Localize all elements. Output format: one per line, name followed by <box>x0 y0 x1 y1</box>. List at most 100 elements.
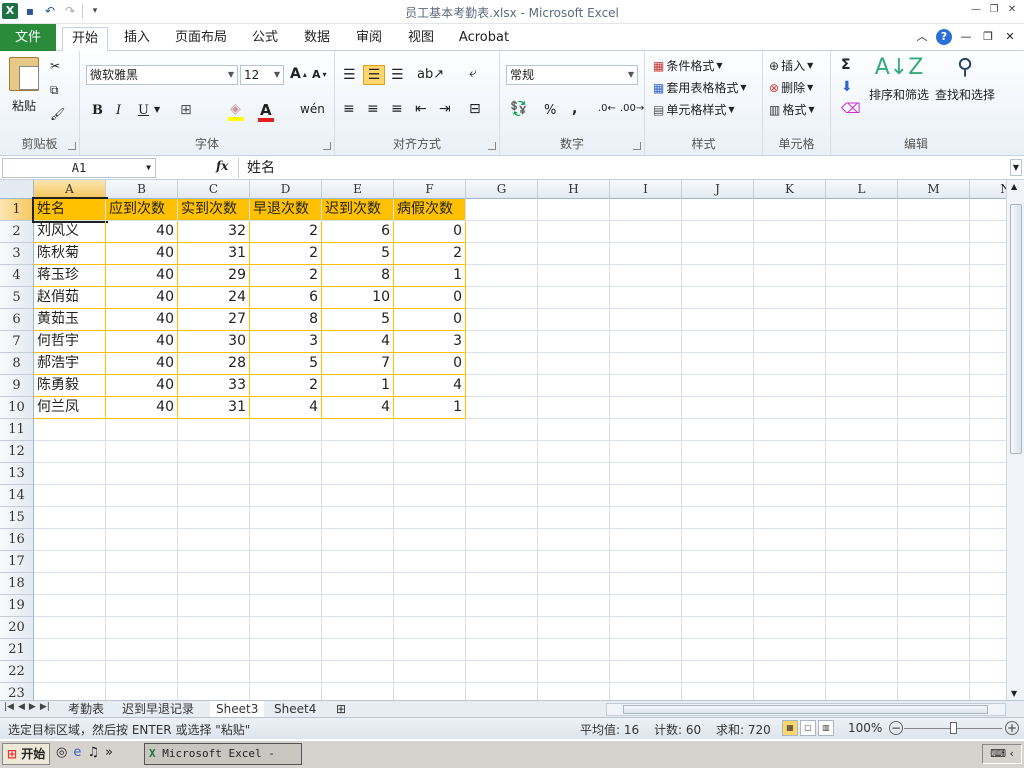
grid-cell[interactable] <box>970 397 1006 419</box>
grid-cell[interactable] <box>106 617 178 639</box>
grid-cell[interactable] <box>970 485 1006 507</box>
column-header[interactable]: H <box>538 180 610 199</box>
grid-cell[interactable] <box>250 617 322 639</box>
grid-cell[interactable] <box>538 485 610 507</box>
grid-cell[interactable] <box>322 617 394 639</box>
grid-cell[interactable] <box>682 375 754 397</box>
next-sheet-icon[interactable]: ▶ <box>29 702 36 712</box>
grid-cell[interactable] <box>538 529 610 551</box>
conditional-format-button[interactable]: ▦ 条件格式 ▼ <box>653 57 723 74</box>
attendance-value-cell[interactable]: 3 <box>250 331 322 353</box>
employee-name-cell[interactable]: 郝浩宇 <box>34 353 106 375</box>
table-header-cell[interactable]: 实到次数 <box>178 199 250 221</box>
grid-cell[interactable] <box>898 375 970 397</box>
grid-cell[interactable] <box>394 529 466 551</box>
fill-color-icon[interactable]: ◈ <box>230 101 241 117</box>
middle-align-icon[interactable]: ☰ <box>363 65 385 85</box>
decrease-indent-icon[interactable]: ⇤ <box>415 101 427 117</box>
worksheet-grid[interactable]: A B C D E F G H I J K L M N 1 2 3 4 5 6 7 8 9 10 11 12 13 14 15 16 17 1… <box>0 180 1006 700</box>
start-button[interactable]: ⊞ 开始 <box>2 743 50 765</box>
grid-cell[interactable] <box>682 683 754 700</box>
row-header[interactable]: 9 <box>0 375 34 397</box>
attendance-value-cell[interactable]: 40 <box>106 397 178 419</box>
grid-cell[interactable] <box>898 441 970 463</box>
format-as-table-button[interactable]: ▦ 套用表格格式 ▼ <box>653 79 747 96</box>
grid-cell[interactable] <box>466 199 538 221</box>
employee-name-cell[interactable]: 刘风义 <box>34 221 106 243</box>
grid-cell[interactable] <box>610 243 682 265</box>
grid-cell[interactable] <box>538 287 610 309</box>
grid-cell[interactable] <box>898 551 970 573</box>
attendance-value-cell[interactable]: 28 <box>178 353 250 375</box>
tab-file[interactable]: 文件 <box>0 24 56 51</box>
grid-cell[interactable] <box>970 551 1006 573</box>
grid-cell[interactable] <box>682 221 754 243</box>
row-header[interactable]: 12 <box>0 441 34 463</box>
percent-button[interactable]: % <box>544 103 556 118</box>
grid-cell[interactable] <box>322 573 394 595</box>
row-header[interactable]: 17 <box>0 551 34 573</box>
grid-cell[interactable] <box>826 595 898 617</box>
attendance-value-cell[interactable]: 4 <box>394 375 466 397</box>
row-header[interactable]: 13 <box>0 463 34 485</box>
grid-cell[interactable] <box>322 639 394 661</box>
column-header[interactable]: D <box>250 180 322 199</box>
grid-cell[interactable] <box>538 441 610 463</box>
attendance-value-cell[interactable]: 1 <box>394 265 466 287</box>
grid-cell[interactable] <box>538 221 610 243</box>
employee-name-cell[interactable]: 何兰凤 <box>34 397 106 419</box>
table-header-cell[interactable]: 早退次数 <box>250 199 322 221</box>
font-color-button[interactable]: A <box>260 101 272 119</box>
grid-cell[interactable] <box>754 287 826 309</box>
grid-cell[interactable] <box>106 441 178 463</box>
attendance-value-cell[interactable]: 4 <box>322 397 394 419</box>
page-layout-view-icon[interactable]: ▢ <box>800 720 816 736</box>
grid-cell[interactable] <box>34 419 106 441</box>
grid-cell[interactable] <box>250 573 322 595</box>
grid-cell[interactable] <box>898 243 970 265</box>
grid-cell[interactable] <box>970 353 1006 375</box>
top-align-icon[interactable]: ☰ <box>343 67 356 83</box>
attendance-value-cell[interactable]: 0 <box>394 287 466 309</box>
attendance-value-cell[interactable]: 1 <box>394 397 466 419</box>
grid-cell[interactable] <box>466 551 538 573</box>
italic-button[interactable]: I <box>116 103 121 118</box>
column-header[interactable]: K <box>754 180 826 199</box>
last-sheet-icon[interactable]: ▶| <box>40 702 50 712</box>
grid-cell[interactable] <box>466 639 538 661</box>
grid-cell[interactable] <box>394 639 466 661</box>
sheet-tab-late-early[interactable]: 迟到早退记录 <box>116 701 200 717</box>
grid-cell[interactable] <box>610 199 682 221</box>
grid-cell[interactable] <box>466 529 538 551</box>
attendance-value-cell[interactable]: 40 <box>106 375 178 397</box>
employee-name-cell[interactable]: 黄茹玉 <box>34 309 106 331</box>
tab-formulas[interactable]: 公式 <box>242 27 288 51</box>
close-icon[interactable]: ✕ <box>1004 2 1020 18</box>
grid-cell[interactable] <box>754 617 826 639</box>
underline-button[interactable]: U <box>138 103 149 118</box>
grid-cell[interactable] <box>322 463 394 485</box>
row-header[interactable]: 19 <box>0 595 34 617</box>
grid-cell[interactable] <box>610 331 682 353</box>
grid-cell[interactable] <box>826 243 898 265</box>
grid-cell[interactable] <box>610 661 682 683</box>
attendance-value-cell[interactable]: 2 <box>394 243 466 265</box>
grid-cell[interactable] <box>106 661 178 683</box>
grid-cell[interactable] <box>538 507 610 529</box>
table-header-cell[interactable]: 病假次数 <box>394 199 466 221</box>
grid-cell[interactable] <box>466 485 538 507</box>
grid-cell[interactable] <box>970 595 1006 617</box>
grid-cell[interactable] <box>34 485 106 507</box>
grid-cell[interactable] <box>826 441 898 463</box>
grid-cell[interactable] <box>682 463 754 485</box>
grid-cell[interactable] <box>34 595 106 617</box>
format-cells-button[interactable]: ▥ 格式 ▼ <box>769 101 815 118</box>
grid-cell[interactable] <box>610 419 682 441</box>
grid-cell[interactable] <box>178 551 250 573</box>
grid-cell[interactable] <box>538 265 610 287</box>
grid-cell[interactable] <box>610 463 682 485</box>
grid-cell[interactable] <box>826 309 898 331</box>
employee-name-cell[interactable]: 陈勇毅 <box>34 375 106 397</box>
column-header[interactable]: A <box>34 180 106 199</box>
attendance-value-cell[interactable]: 6 <box>322 221 394 243</box>
